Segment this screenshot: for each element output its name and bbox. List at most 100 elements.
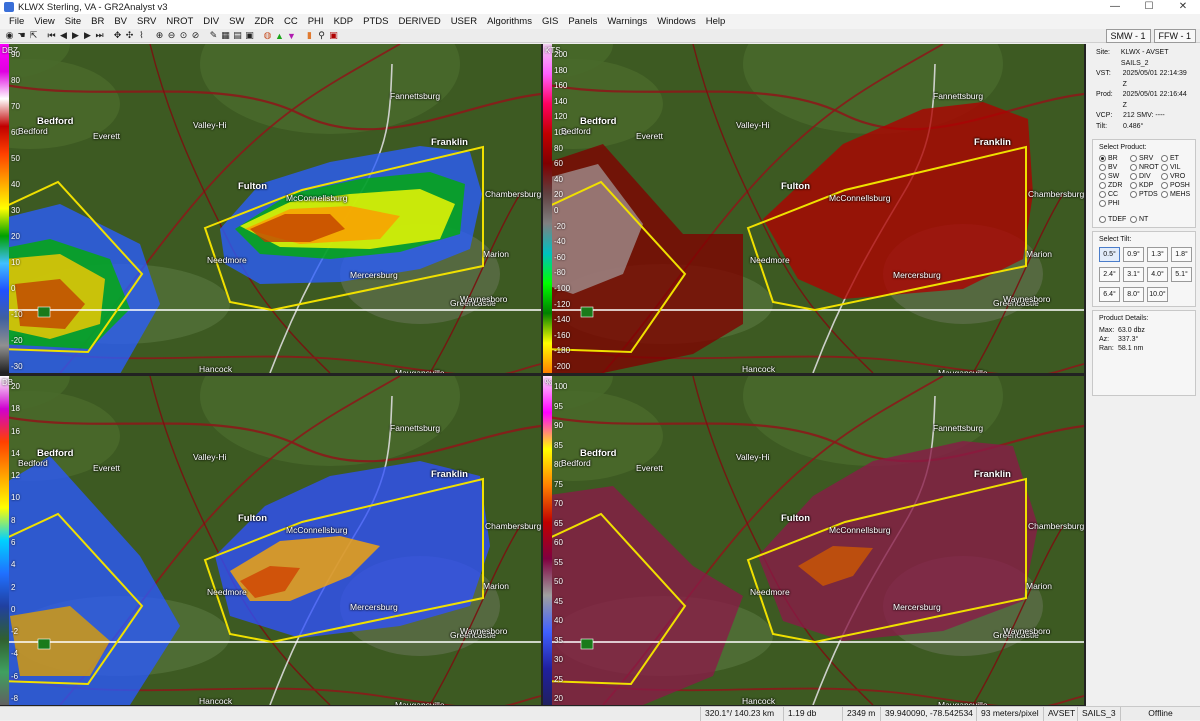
menu-item[interactable]: PHI [303,16,329,27]
menu-item[interactable]: PTDS [358,16,393,27]
product-radio-tdef[interactable]: TDEF [1099,216,1130,223]
menu-item[interactable]: Windows [652,16,701,27]
zoom-out-icon[interactable]: ⊖ [166,30,177,41]
product-radio-br[interactable]: BR [1099,155,1130,162]
product-radio-nrot[interactable]: NROT [1130,164,1161,171]
product-radio-phi[interactable]: PHI [1099,200,1130,207]
colorbar-tick-label: 20 [554,694,563,703]
tilt-button-05[interactable]: 0.5° [1099,247,1120,262]
menu-item[interactable]: GIS [537,16,563,27]
menu-item[interactable]: BR [86,16,109,27]
product-radio-vro[interactable]: VRO [1161,173,1192,180]
hand-icon[interactable]: ☚ [16,30,27,41]
product-radio-div[interactable]: DIV [1130,173,1161,180]
move-icon[interactable]: ✥ [112,30,123,41]
product-radio-mehs[interactable]: MEHS [1161,191,1192,198]
last-frame-icon[interactable]: ⏭ [94,30,105,41]
smw-button[interactable]: SMW - 1 [1105,29,1151,43]
town-label: McConnellsburg [829,193,891,203]
product-radio-empty [1161,200,1192,207]
product-label: CC [1108,191,1119,198]
menu-item[interactable]: Algorithms [482,16,537,27]
tilt-button-18[interactable]: 1.8° [1171,247,1192,262]
info-value: KLWX - AVSET SAILS_2 [1120,49,1169,67]
menu-item[interactable]: Panels [563,16,602,27]
menu-item[interactable]: DIV [198,16,224,27]
connection-status: Offline [1120,707,1200,721]
menu-item[interactable]: Help [701,16,731,27]
product-radio-bv[interactable]: BV [1099,164,1130,171]
tilt-button-100[interactable]: 10.0° [1147,287,1168,302]
pin-icon[interactable]: ⚲ [316,30,327,41]
minimize-button[interactable]: — [1098,0,1132,14]
tilt-button-24[interactable]: 2.4° [1099,267,1120,282]
placefile-icon[interactable]: ▮ [304,30,315,41]
panel-storm-relative-velocity[interactable]: KTS 200 180 160 140 120 100 80 60 40 20 0 -20 -40 -60-… [543,44,1084,373]
colorbar-tick-label: 6 [11,538,16,547]
tilt-button-64[interactable]: 6.4° [1099,287,1120,302]
tilt-button-40[interactable]: 4.0° [1147,267,1168,282]
product-radio-sw[interactable]: SW [1099,173,1130,180]
town-label: Waynesboro [460,626,508,636]
product-radio-ptds[interactable]: PTDS [1130,191,1161,198]
product-radio-posh[interactable]: POSH [1161,182,1192,189]
storm-icon[interactable]: ◍ [262,30,273,41]
menu-item[interactable]: SRV [132,16,161,27]
menu-item[interactable]: DERIVED [393,16,445,27]
menu-item[interactable]: Site [60,16,86,27]
product-radio-cc[interactable]: CC [1099,191,1130,198]
play-icon[interactable]: ▶ [70,30,81,41]
measure-icon[interactable]: ⊘ [190,30,201,41]
layers-icon[interactable]: ▤ [232,30,243,41]
pan-icon[interactable]: ✣ [124,30,135,41]
menu-item[interactable]: ZDR [249,16,279,27]
product-radio-nt[interactable]: NT [1130,216,1161,223]
menu-item[interactable]: USER [446,16,482,27]
menu-item[interactable]: File [4,16,29,27]
menu-item[interactable]: Warnings [602,16,652,27]
step-forward-icon[interactable]: ▶ [82,30,93,41]
ffw-button[interactable]: FFW - 1 [1153,29,1196,43]
panel-correlation-coefficient[interactable]: % 100 95 90 85 80 75 70 65 60 55 50 45 40 35 30 25 20 Bedf… [543,376,1084,705]
zoom-in-icon[interactable]: ⊕ [154,30,165,41]
product-radio-zdr[interactable]: ZDR [1099,182,1130,189]
tilt-button-80[interactable]: 8.0° [1123,287,1144,302]
globe-icon[interactable]: ◉ [4,30,15,41]
close-button[interactable]: ✕ [1166,0,1200,14]
product-radio-et[interactable]: ET [1161,155,1192,162]
tornado-triangle-icon[interactable]: ▼ [286,30,297,41]
tilt-button-31[interactable]: 3.1° [1123,267,1144,282]
product-radio-vil[interactable]: VIL [1161,164,1192,171]
maximize-button[interactable]: ☐ [1132,0,1166,14]
grid-icon[interactable]: ▦ [220,30,231,41]
menu-item[interactable]: CC [279,16,303,27]
product-radio-empty [1130,200,1161,207]
hail-triangle-icon[interactable]: ▲ [274,30,285,41]
volume-icon[interactable]: ▣ [244,30,255,41]
product-radio-srv[interactable]: SRV [1130,155,1161,162]
colorbar-tick-label: -20 [11,336,23,345]
first-frame-icon[interactable]: ⏮ [46,30,57,41]
wrench-icon[interactable]: ✎ [208,30,219,41]
radar-map-area[interactable]: DBZ 90 80 70 60 50 40 30 20 10 0 -10 -20 -30 Bedford Be… [0,44,1086,706]
pointer-icon[interactable]: ⇱ [28,30,39,41]
town-label: Marion [1026,249,1052,259]
tilt-button-09[interactable]: 0.9° [1123,247,1144,262]
colorbar-tick-label: 180 [554,65,568,75]
menu-item[interactable]: NROT [161,16,198,27]
zoom-reset-icon[interactable]: ⊙ [178,30,189,41]
colorbar [0,44,9,373]
menu-item[interactable]: SW [224,16,249,27]
tilt-button-13[interactable]: 1.3° [1147,247,1168,262]
menu-item[interactable]: BV [109,16,132,27]
panel-differential-reflectivity[interactable]: DB 20 18 16 14 12 10 8 6 4 2 0 -2 -4 -6 -8 Bedford Bedfor… [0,376,541,705]
menu-item[interactable]: KDP [329,16,359,27]
colorbar-tick-label: 60 [554,538,563,547]
tilt-button-51[interactable]: 5.1° [1171,267,1192,282]
panel-reflectivity[interactable]: DBZ 90 80 70 60 50 40 30 20 10 0 -10 -20 -30 Bedford Be… [0,44,541,373]
product-radio-kdp[interactable]: KDP [1130,182,1161,189]
stop-icon[interactable]: ▣ [328,30,339,41]
menu-item[interactable]: View [29,16,59,27]
cross-section-icon[interactable]: ⌇ [136,30,147,41]
step-back-icon[interactable]: ◀ [58,30,69,41]
